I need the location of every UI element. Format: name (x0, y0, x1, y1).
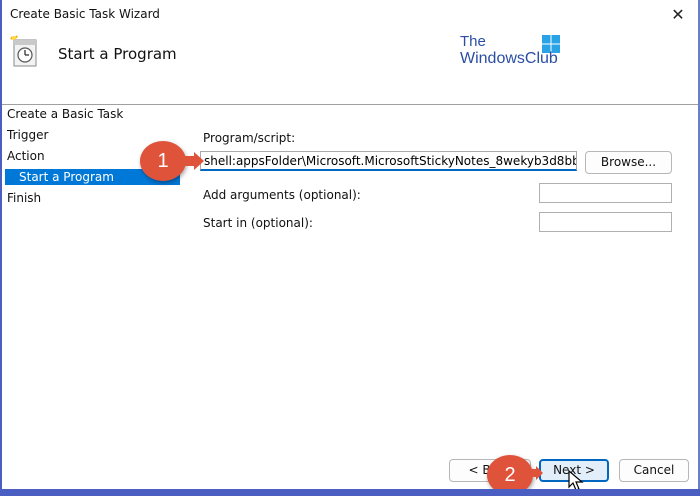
thewindowsclub-logo: The WindowsClub (460, 33, 570, 71)
logo-line2: WindowsClub (460, 50, 558, 67)
step-2-arrow-icon (529, 466, 543, 480)
title-bar: Create Basic Task Wizard ✕ (2, 0, 698, 30)
add-arguments-input[interactable] (539, 183, 672, 203)
add-arguments-label: Add arguments (optional): (203, 188, 361, 202)
step-1-arrow-icon (182, 152, 204, 170)
task-scheduler-icon (10, 35, 37, 67)
wizard-header: Start a Program (2, 30, 698, 105)
close-button[interactable]: ✕ (668, 5, 688, 25)
page-title: Start a Program (58, 45, 177, 63)
step-1-badge: 1 (140, 141, 186, 181)
browse-button[interactable]: Browse... (585, 151, 672, 174)
sidebar-item-finish: Finish (7, 191, 42, 205)
logo-line1: The (460, 33, 486, 50)
window-frame-bottom (0, 489, 700, 496)
window-title: Create Basic Task Wizard (10, 7, 160, 21)
start-in-label: Start in (optional): (203, 216, 313, 230)
start-in-input[interactable] (539, 212, 672, 232)
program-script-input[interactable]: shell:appsFolder\Microsoft.MicrosoftStic… (200, 151, 577, 171)
wizard-window: Create Basic Task Wizard ✕ Start a Progr… (0, 0, 700, 496)
sidebar-item-action: Action (7, 149, 45, 163)
program-script-label: Program/script: (203, 131, 296, 145)
cancel-button[interactable]: Cancel (619, 459, 689, 482)
sidebar-item-create-task: Create a Basic Task (7, 107, 124, 121)
sidebar-item-trigger: Trigger (7, 128, 49, 142)
window-frame-left (0, 0, 2, 496)
